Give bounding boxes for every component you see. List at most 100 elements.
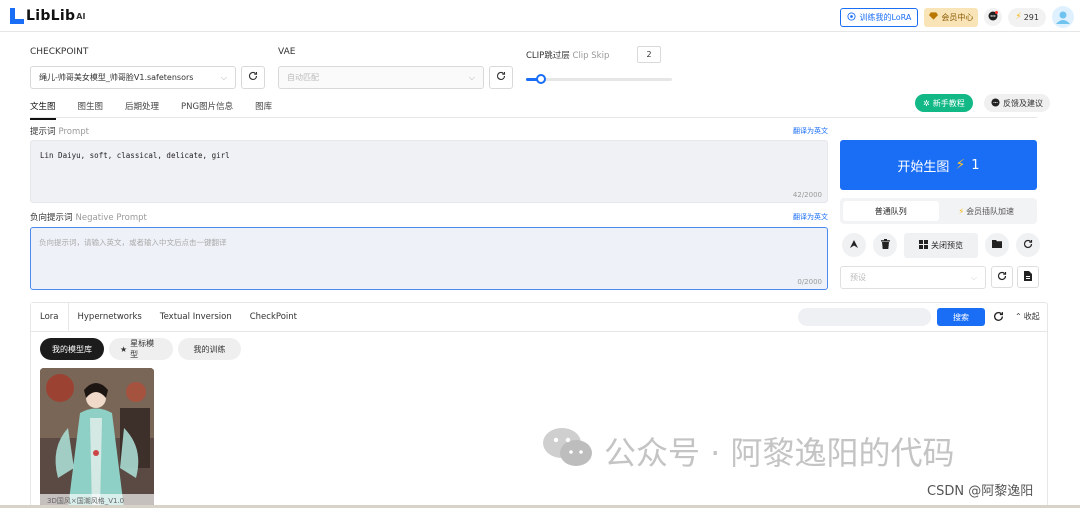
starred-label: 星标模型 bbox=[130, 339, 155, 359]
search-button[interactable]: 搜索 bbox=[937, 308, 985, 326]
guide-label: 新手教程 bbox=[932, 98, 965, 108]
preset-select[interactable]: 预设 ⌵ bbox=[840, 266, 986, 289]
grid-icon bbox=[919, 240, 928, 251]
close-preview-button[interactable]: 关闭预览 bbox=[904, 233, 978, 258]
chevron-up-icon: ⌃ bbox=[1015, 312, 1022, 321]
user-avatar[interactable] bbox=[1052, 6, 1074, 28]
chevron-down-icon: ⌵ bbox=[970, 273, 977, 282]
refresh-icon bbox=[248, 71, 258, 84]
chat-icon bbox=[988, 10, 999, 24]
model-card[interactable]: 3D国风×国潮风格_V1.0 bbox=[40, 368, 154, 508]
normal-queue-label: 普通队列 bbox=[874, 206, 907, 216]
checkpoint-select[interactable]: 绳儿-帅哥美女模型_帅哥脸V1.safetensors ⌵ bbox=[30, 66, 236, 89]
prompt-label-en: Prompt bbox=[58, 127, 90, 137]
filter-my-models[interactable]: 我的模型库 bbox=[40, 338, 104, 360]
feedback-label: 反馈及建议 bbox=[1003, 98, 1043, 108]
watermark-text: 公众号 · 阿黎逸阳的代码 bbox=[604, 434, 955, 472]
negative-label-en: Negative Prompt bbox=[75, 213, 147, 223]
bolt-icon: ⚡ bbox=[1015, 12, 1022, 22]
upload-button[interactable] bbox=[842, 233, 866, 257]
feedback-button[interactable]: 反馈及建议 bbox=[984, 94, 1050, 112]
checkpoint-value: 绳儿-帅哥美女模型_帅哥脸V1.safetensors bbox=[39, 73, 194, 82]
model-thumbnail bbox=[40, 368, 154, 508]
folder-icon bbox=[992, 239, 1002, 251]
chevron-down-icon: ⌵ bbox=[468, 73, 475, 82]
liblib-logo[interactable]: LibLib AI bbox=[10, 6, 85, 26]
negative-prompt-textarea[interactable]: 负向提示词，请输入英文，或者输入中文后点击一键翻译 0/2000 bbox=[30, 227, 828, 290]
filter-my-training[interactable]: 我的训练 bbox=[178, 338, 241, 360]
folder-button[interactable] bbox=[985, 233, 1009, 257]
beginner-guide-button[interactable]: ✲ 新手教程 bbox=[915, 94, 973, 112]
refresh-models-button[interactable] bbox=[993, 311, 1004, 325]
wechat-watermark: 公众号 · 阿黎逸阳的代码 bbox=[542, 426, 955, 476]
points-value: 291 bbox=[1023, 12, 1039, 22]
normal-queue-option[interactable]: 普通队列 bbox=[843, 201, 939, 221]
prompt-label-cn: 提示词 bbox=[30, 127, 56, 137]
points-balance[interactable]: ⚡ 291 bbox=[1008, 7, 1046, 27]
generate-button[interactable]: 开始生图 ⚡ 1 bbox=[840, 140, 1037, 190]
clip-skip-label: CLIP跳过层 Clip Skip bbox=[526, 49, 609, 61]
refresh-icon bbox=[997, 271, 1007, 284]
prompt-counter: 42/2000 bbox=[792, 191, 822, 199]
sparkle-icon: ✲ bbox=[923, 98, 930, 108]
checkpoint-label: CHECKPOINT bbox=[30, 47, 89, 57]
send-icon bbox=[849, 239, 859, 252]
tab-lora[interactable]: Lora bbox=[31, 303, 69, 331]
train-lora-button[interactable]: 训练我的LoRA bbox=[840, 7, 919, 27]
target-icon bbox=[847, 11, 857, 23]
logo-mark-icon bbox=[10, 8, 24, 24]
delete-button[interactable] bbox=[873, 233, 897, 257]
csdn-text: CSDN @阿黎逸阳 bbox=[927, 484, 1034, 499]
save-preset-button[interactable] bbox=[1017, 266, 1039, 288]
prompt-label: 提示词 Prompt bbox=[30, 125, 89, 137]
filter-starred-models[interactable]: ★ 星标模型 bbox=[109, 338, 173, 360]
member-queue-label: 会员插队加速 bbox=[966, 206, 1015, 216]
vae-label: VAE bbox=[278, 47, 296, 57]
model-search-input[interactable] bbox=[798, 308, 931, 326]
negative-counter: 0/2000 bbox=[797, 278, 822, 286]
translate-prompt-link[interactable]: 翻译为英文 bbox=[793, 126, 828, 136]
refresh-icon bbox=[496, 71, 506, 84]
slider-handle[interactable] bbox=[536, 74, 546, 84]
member-queue-option[interactable]: ⚡ 会员插队加速 bbox=[939, 201, 1035, 221]
clip-skip-label-cn: CLIP跳过层 bbox=[526, 51, 570, 61]
collapse-button[interactable]: ⌃ 收起 bbox=[1015, 311, 1040, 322]
refresh-icon bbox=[993, 311, 1004, 325]
close-preview-label: 关闭预览 bbox=[931, 241, 963, 250]
messages-button[interactable] bbox=[984, 8, 1003, 26]
model-panel: Lora Hypernetworks Textual Inversion Che… bbox=[30, 302, 1048, 508]
negative-placeholder: 负向提示词，请输入英文，或者输入中文后点击一键翻译 bbox=[39, 238, 227, 247]
negative-prompt-label: 负向提示词 Negative Prompt bbox=[30, 211, 147, 223]
negative-label-cn: 负向提示词 bbox=[30, 213, 73, 223]
refresh-vae-button[interactable] bbox=[489, 66, 513, 89]
queue-toggle: 普通队列 ⚡ 会员插队加速 bbox=[840, 198, 1037, 224]
refresh-preset-button[interactable] bbox=[991, 266, 1013, 288]
clip-skip-label-en: Clip Skip bbox=[572, 51, 610, 61]
trash-icon bbox=[880, 238, 890, 252]
train-lora-label: 训练我的LoRA bbox=[859, 12, 912, 22]
bolt-icon: ⚡ bbox=[958, 206, 965, 216]
diamond-icon bbox=[929, 12, 939, 22]
panel-tabs: Lora Hypernetworks Textual Inversion Che… bbox=[31, 303, 306, 331]
prompt-textarea[interactable]: Lin Daiyu, soft, classical, delicate, gi… bbox=[30, 140, 828, 203]
clip-skip-input[interactable]: 2 bbox=[637, 46, 661, 63]
refresh-checkpoint-button[interactable] bbox=[241, 66, 265, 89]
panel-tab-divider bbox=[31, 331, 1047, 332]
generate-label: 开始生图 bbox=[897, 159, 950, 175]
tab-hypernetworks[interactable]: Hypernetworks bbox=[69, 303, 151, 331]
clip-skip-slider[interactable] bbox=[526, 74, 672, 84]
bolt-icon: ⚡ bbox=[955, 157, 966, 173]
star-icon: ★ bbox=[120, 344, 128, 354]
member-center-label: 会员中心 bbox=[941, 12, 974, 22]
logo-text: LibLib bbox=[26, 8, 76, 24]
preset-placeholder: 预设 bbox=[850, 273, 866, 282]
tab-checkpoint[interactable]: CheckPoint bbox=[241, 303, 306, 331]
refresh-output-button[interactable] bbox=[1016, 233, 1040, 257]
prompt-text: Lin Daiyu, soft, classical, delicate, gi… bbox=[40, 151, 230, 160]
tab-textual-inversion[interactable]: Textual Inversion bbox=[151, 303, 241, 331]
member-center-button[interactable]: 会员中心 bbox=[924, 7, 979, 27]
vae-select[interactable]: 自动匹配 ⌵ bbox=[278, 66, 484, 89]
refresh-icon bbox=[1023, 239, 1033, 252]
translate-negative-link[interactable]: 翻译为英文 bbox=[793, 212, 828, 222]
generate-cost: 1 bbox=[971, 157, 980, 173]
